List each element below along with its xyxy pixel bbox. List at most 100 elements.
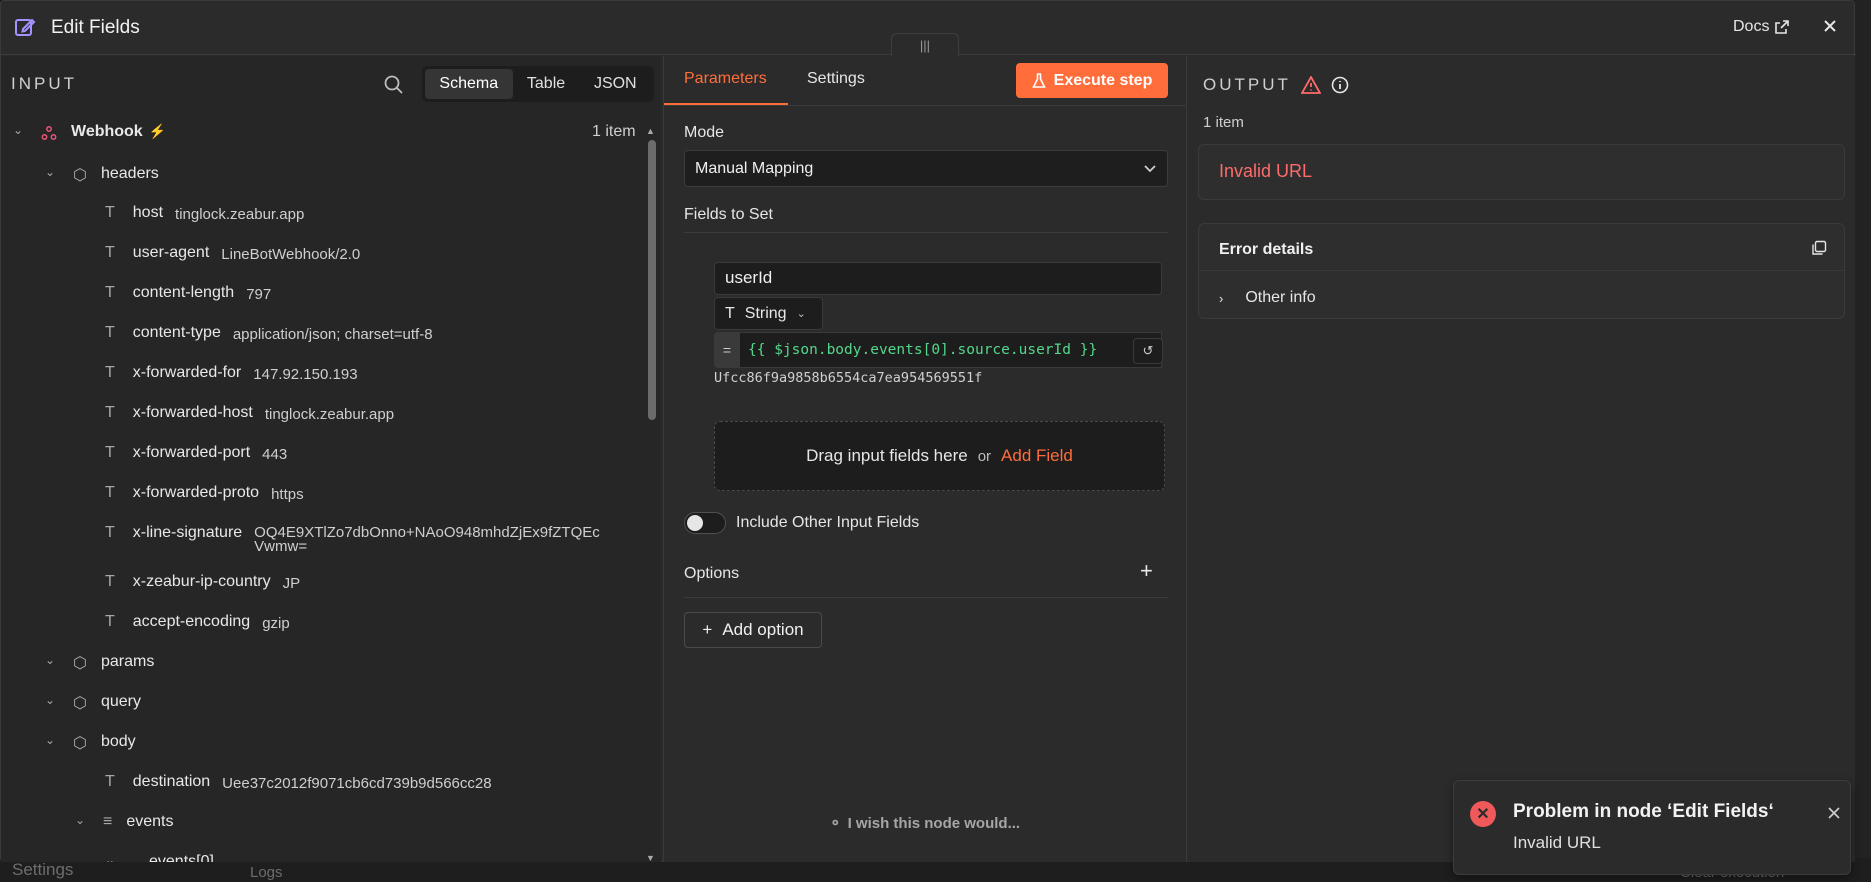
bg-logs-label: Logs: [250, 864, 283, 881]
string-type-icon: T: [105, 444, 115, 461]
tab-settings[interactable]: Settings: [807, 70, 865, 88]
chevron-down-icon[interactable]: ⌄: [45, 733, 61, 747]
copy-icon[interactable]: [1811, 240, 1827, 256]
tree-key: body: [100, 733, 136, 750]
info-icon[interactable]: [1331, 76, 1349, 94]
tab-table[interactable]: Table: [513, 69, 580, 99]
feedback-link[interactable]: ⚬ I wish this node would...: [829, 814, 1021, 833]
expression-editor[interactable]: {{ $json.body.events[0].source.userId }}: [740, 332, 1162, 368]
tree-leaf-content-length[interactable]: T content-length 797: [105, 284, 271, 303]
field-type-value: String: [744, 304, 787, 322]
plus-icon[interactable]: +: [1140, 558, 1153, 584]
chevron-down-icon[interactable]: ⌄: [45, 653, 61, 667]
tree-key: query: [100, 693, 141, 710]
tree-value: 797: [246, 286, 272, 303]
scroll-up-arrow[interactable]: ▲: [646, 126, 655, 136]
error-toast: ✕ Problem in node ‘Edit Fields‘ Invalid …: [1453, 780, 1851, 875]
other-info-row[interactable]: › Other info: [1219, 289, 1316, 307]
mode-value: Manual Mapping: [695, 159, 814, 177]
add-option-button[interactable]: + Add option: [684, 612, 822, 648]
tree-leaf-destination[interactable]: T destination Uee37c2012f9071cb6cd739b9d…: [105, 773, 492, 792]
tree-node-label: Webhook: [71, 123, 143, 140]
error-message: Invalid URL: [1198, 144, 1845, 200]
tab-parameters[interactable]: Parameters: [684, 70, 767, 88]
field-type-select[interactable]: T String ⌄: [714, 297, 823, 330]
toast-message: Invalid URL: [1513, 833, 1601, 852]
chevron-down-icon[interactable]: ⌄: [45, 693, 61, 707]
tree-leaf-content-type[interactable]: T content-type application/json; charset…: [105, 324, 433, 343]
tab-json[interactable]: JSON: [580, 69, 651, 99]
execute-step-button[interactable]: Execute step: [1016, 63, 1168, 98]
search-icon[interactable]: [383, 74, 405, 96]
feedback-label: I wish this node would...: [847, 814, 1021, 832]
tree-leaf-x-line-signature[interactable]: T x-line-signature OQ4E9XTlZo7dbOnno+NAo…: [105, 524, 600, 554]
include-other-toggle[interactable]: [684, 512, 726, 534]
chevron-down-icon[interactable]: ⌄: [105, 853, 121, 862]
docs-link[interactable]: Docs: [1733, 18, 1790, 36]
input-scrollbar[interactable]: ▲ ▼: [646, 126, 658, 863]
output-item-count: 1 item: [1203, 114, 1244, 131]
tree-node-webhook[interactable]: ⌄ Webhook ⚡: [13, 123, 166, 141]
tree-value: JP: [282, 575, 301, 592]
string-type-icon: T: [105, 404, 115, 421]
tree-leaf-x-zeabur-ip-country[interactable]: T x-zeabur-ip-country JP: [105, 573, 300, 592]
edit-fields-modal: Edit Fields Docs ||| INPUT Schema Table …: [0, 0, 1856, 863]
field-name-input[interactable]: userId: [714, 262, 1162, 295]
tree-leaf-x-forwarded-host[interactable]: T x-forwarded-host tinglock.zeabur.app: [105, 404, 394, 423]
tree-node-events0[interactable]: ⌄ events[0]: [105, 853, 214, 862]
close-icon[interactable]: [1826, 805, 1842, 821]
tree-leaf-user-agent[interactable]: T user-agent LineBotWebhook/2.0: [105, 244, 360, 263]
plus-icon: +: [702, 620, 713, 639]
tree-key: events: [126, 813, 174, 830]
tree-leaf-accept-encoding[interactable]: T accept-encoding gzip: [105, 613, 290, 632]
tree-key: host: [132, 204, 164, 221]
tree-leaf-x-forwarded-for[interactable]: T x-forwarded-for 147.92.150.193: [105, 364, 358, 383]
tree-key: headers: [100, 165, 159, 182]
scroll-down-arrow[interactable]: ▼: [646, 853, 655, 863]
toast-title: Problem in node ‘Edit Fields‘: [1513, 801, 1774, 822]
warning-icon: [1300, 76, 1321, 94]
tree-value-multiline: OQ4E9XTlZo7dbOnno+NAoO948mhdZjEx9fZTQEc …: [254, 525, 600, 554]
tree-leaf-x-forwarded-port[interactable]: T x-forwarded-port 443: [105, 444, 287, 463]
toggle-knob: [687, 515, 703, 531]
string-type-icon: T: [105, 324, 115, 341]
scrollbar-thumb[interactable]: [648, 140, 656, 420]
tree-leaf-x-forwarded-proto[interactable]: T x-forwarded-proto https: [105, 484, 304, 503]
chevron-down-icon[interactable]: ⌄: [45, 165, 61, 179]
tree-key: x-zeabur-ip-country: [132, 573, 271, 590]
tree-value: Uee37c2012f9071cb6cd739b9d566cc28: [222, 775, 492, 792]
tree-value: 147.92.150.193: [253, 366, 358, 383]
chevron-down-icon[interactable]: ⌄: [75, 813, 91, 827]
input-item-count: 1 item: [592, 123, 636, 140]
mode-select[interactable]: Manual Mapping: [684, 150, 1168, 187]
string-type-icon: T: [105, 284, 115, 301]
tree-node-query[interactable]: ⌄ ⬡ query: [45, 693, 141, 713]
panel-drag-handle[interactable]: |||: [891, 33, 959, 57]
tree-node-params[interactable]: ⌄ ⬡ params: [45, 653, 154, 673]
tree-leaf-host[interactable]: T host tinglock.zeabur.app: [105, 204, 304, 223]
add-field-link[interactable]: Add Field: [1001, 446, 1073, 466]
string-type-icon: T: [105, 773, 115, 790]
tree-key: destination: [132, 773, 211, 790]
string-type-icon: T: [105, 613, 115, 630]
field-value-expression[interactable]: = {{ $json.body.events[0].source.userId …: [714, 332, 1162, 368]
tree-node-headers[interactable]: ⌄ ⬡ headers: [45, 165, 159, 185]
lightning-icon: ⚡: [148, 123, 167, 139]
execute-step-label: Execute step: [1053, 71, 1153, 89]
string-type-icon: T: [105, 364, 115, 381]
tree-node-body[interactable]: ⌄ ⬡ body: [45, 733, 136, 753]
chevron-down-icon[interactable]: ⌄: [13, 123, 29, 137]
tree-value: tinglock.zeabur.app: [264, 406, 395, 423]
tree-key: user-agent: [132, 244, 210, 261]
string-type-icon: T: [105, 524, 115, 541]
tree-key: x-forwarded-host: [132, 404, 253, 421]
lightbulb-icon: ⚬: [829, 815, 842, 832]
include-other-label: Include Other Input Fields: [736, 514, 920, 531]
input-title: INPUT: [11, 74, 77, 93]
close-icon[interactable]: [1819, 15, 1841, 37]
tree-node-events[interactable]: ⌄ ≡ events: [75, 813, 173, 831]
tab-schema[interactable]: Schema: [425, 69, 513, 99]
reset-icon[interactable]: ↺: [1133, 338, 1163, 364]
drag-drop-zone[interactable]: Drag input fields here or Add Field: [714, 421, 1165, 491]
external-link-icon: [1775, 20, 1790, 34]
